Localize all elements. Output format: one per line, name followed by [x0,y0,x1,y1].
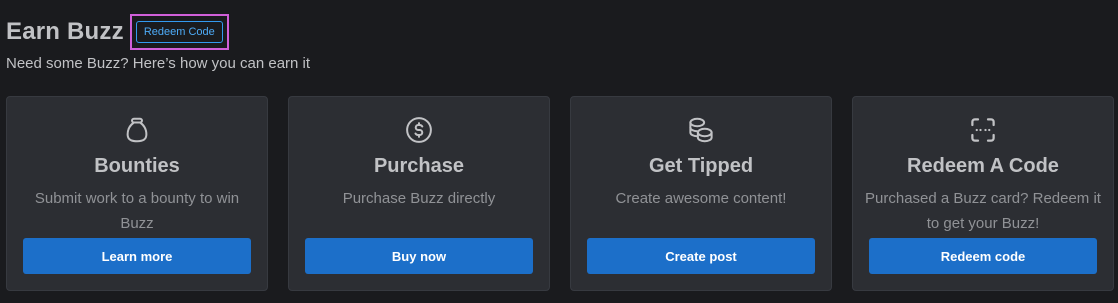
card-purchase: Purchase Purchase Buzz directly Buy now [288,96,550,291]
card-description: Create awesome content! [615,190,787,207]
card-description: Purchase Buzz directly [342,190,496,207]
redeem-code-button[interactable]: Redeem Code [135,21,223,43]
earn-options: Bounties Submit work to a bounty to win … [6,96,1114,291]
page-subtitle: Need some Buzz? Here’s how you can earn … [6,55,311,72]
card-title: Purchase [373,155,465,177]
buy-now-button[interactable]: Buy now [305,238,533,274]
card-description: Submit work to a bounty to win Buzz [34,190,240,232]
card-title: Get Tipped [648,155,754,177]
card-bounties: Bounties Submit work to a bounty to win … [6,96,268,291]
card-get-tipped: Get Tipped Create awesome content! Creat… [570,96,832,291]
earn-buzz-page: Earn Buzz Redeem Code Need some Buzz? He… [0,0,1118,303]
moneybag-icon [7,115,267,145]
create-post-button[interactable]: Create post [587,238,815,274]
scan-code-icon [853,115,1113,145]
redeem-code-card-button[interactable]: Redeem code [869,238,1097,274]
card-title: Redeem A Code [907,155,1059,177]
header: Earn Buzz Redeem Code [6,14,229,50]
card-description: Purchased a Buzz card? Redeem it to get … [865,190,1101,232]
card-title: Bounties [94,155,180,177]
coin-dollar-icon [289,115,549,145]
coins-icon [571,115,831,145]
learn-more-button[interactable]: Learn more [23,238,251,274]
redeem-code-highlight: Redeem Code [129,14,229,50]
card-redeem-code: Redeem A Code Purchased a Buzz card? Red… [852,96,1114,291]
page-title: Earn Buzz [6,18,124,45]
